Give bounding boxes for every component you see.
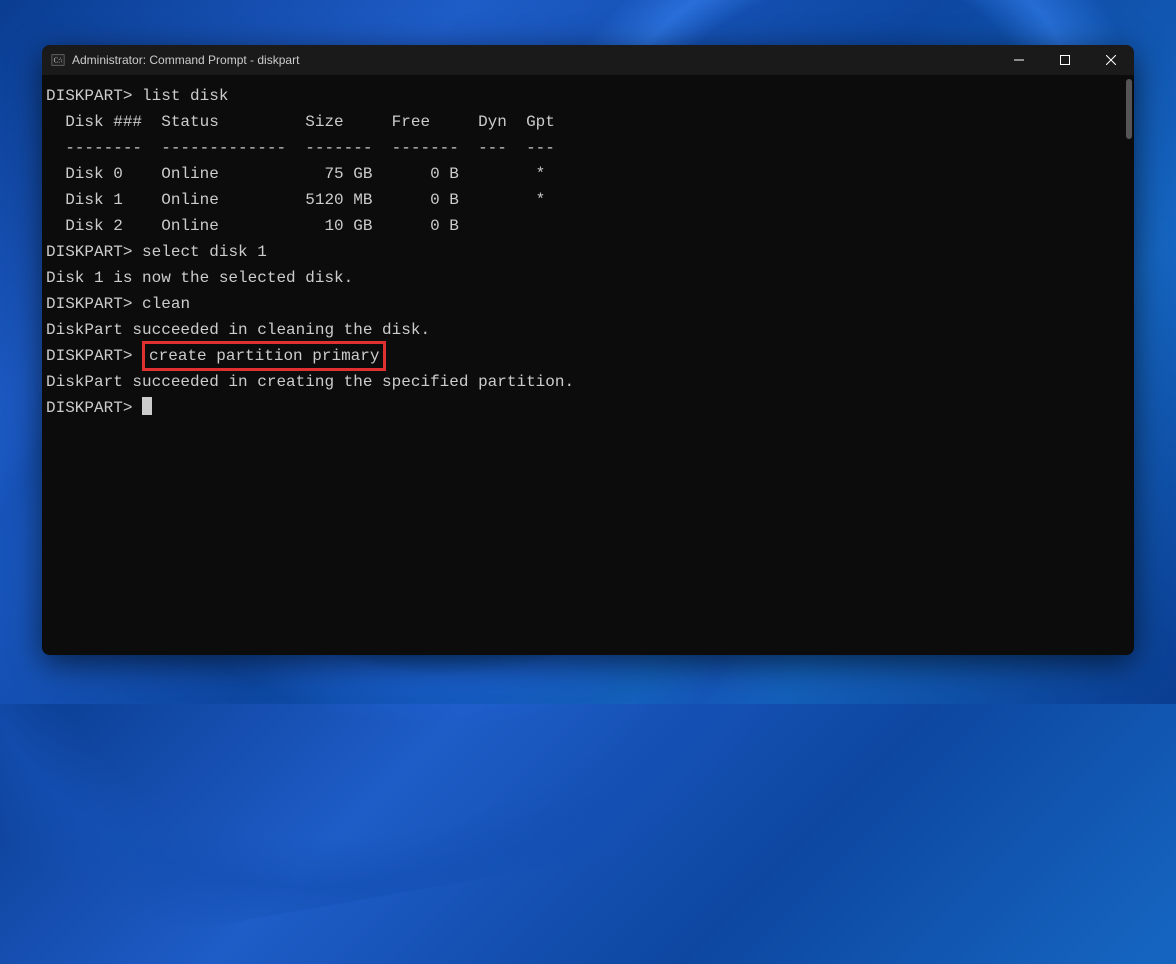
disk-row-1: Disk 1 Online 5120 MB 0 B * xyxy=(46,187,1130,213)
command-clean: clean xyxy=(142,295,190,313)
highlighted-command: create partition primary xyxy=(142,341,386,371)
msg-create-success: DiskPart succeeded in creating the speci… xyxy=(46,369,1130,395)
terminal-output[interactable]: DISKPART> list disk Disk ### Status Size… xyxy=(42,75,1134,655)
disk-table-header: Disk ### Status Size Free Dyn Gpt xyxy=(46,109,1130,135)
svg-text:C:\: C:\ xyxy=(54,57,63,65)
command-create-partition: create partition primary xyxy=(149,347,379,365)
command-select-disk: select disk 1 xyxy=(142,243,267,261)
prompt: DISKPART> xyxy=(46,399,132,417)
msg-clean-success: DiskPart succeeded in cleaning the disk. xyxy=(46,317,1130,343)
prompt: DISKPART> xyxy=(46,87,132,105)
cursor xyxy=(142,397,152,415)
command-prompt-window: C:\ Administrator: Command Prompt - disk… xyxy=(42,45,1134,655)
minimize-button[interactable] xyxy=(996,45,1042,75)
prompt: DISKPART> xyxy=(46,347,132,365)
disk-row-2: Disk 2 Online 10 GB 0 B xyxy=(46,213,1130,239)
window-controls xyxy=(996,45,1134,75)
window-title: Administrator: Command Prompt - diskpart xyxy=(72,53,299,67)
titlebar[interactable]: C:\ Administrator: Command Prompt - disk… xyxy=(42,45,1134,75)
prompt: DISKPART> xyxy=(46,243,132,261)
disk-table-divider: -------- ------------- ------- ------- -… xyxy=(46,135,1130,161)
cmd-icon: C:\ xyxy=(50,52,66,68)
close-button[interactable] xyxy=(1088,45,1134,75)
msg-disk-selected: Disk 1 is now the selected disk. xyxy=(46,265,1130,291)
maximize-button[interactable] xyxy=(1042,45,1088,75)
scrollbar-thumb[interactable] xyxy=(1126,79,1132,139)
disk-row-0: Disk 0 Online 75 GB 0 B * xyxy=(46,161,1130,187)
command-list-disk: list disk xyxy=(142,87,228,105)
prompt: DISKPART> xyxy=(46,295,132,313)
